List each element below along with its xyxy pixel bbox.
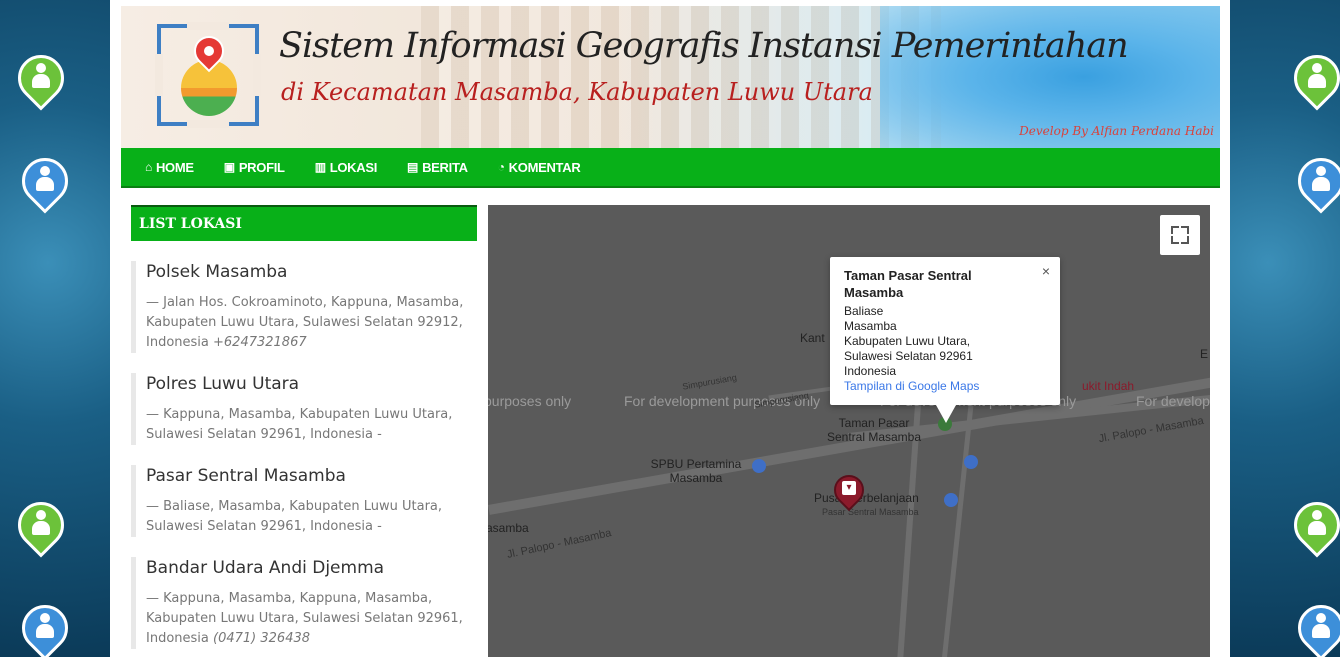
- developer-credit: Develop By Alfian Perdana Habi: [1019, 124, 1214, 138]
- info-window-title: Taman Pasar Sentral Masamba: [844, 268, 972, 300]
- list-item[interactable]: Pasar Sentral Masamba — Baliase, Masamba…: [131, 465, 477, 537]
- nav-komentar[interactable]: ◔ KOMENTAR: [498, 160, 581, 175]
- location-phone: +6247321867: [213, 335, 307, 350]
- header-banner: Sistem Informasi Geografis Instansi Peme…: [121, 6, 1220, 148]
- user-pin-icon: [1284, 492, 1340, 560]
- map-place-label: Taman Pasar Sentral Masamba: [826, 416, 922, 444]
- gas-station-poi-icon[interactable]: [752, 459, 766, 473]
- fullscreen-icon: [1171, 226, 1179, 234]
- briefcase-icon: ▣: [223, 160, 235, 174]
- user-pin-icon: [8, 492, 74, 560]
- info-window-line: Kabupaten Luwu Utara,: [844, 334, 971, 348]
- map-place-label: E: [1200, 347, 1209, 361]
- user-pin-icon: [1284, 45, 1340, 113]
- location-address: — Jalan Hos. Cokroaminoto, Kappuna, Masa…: [146, 295, 464, 350]
- location-list: LIST LOKASI Polsek Masamba — Jalan Hos. …: [131, 205, 477, 657]
- info-window-line: Sulawesi Selatan 92961: [844, 349, 973, 363]
- user-pin-icon: [12, 595, 78, 657]
- page-container: Sistem Informasi Geografis Instansi Peme…: [110, 0, 1230, 657]
- site-title: Sistem Informasi Geografis Instansi Peme…: [279, 26, 1129, 66]
- home-icon: ⌂: [145, 160, 152, 174]
- main-nav: ⌂ HOME ▣ PROFIL ▥ LOKASI ▤ BERITA ◔ KOME…: [121, 148, 1220, 188]
- location-phone: (0471) 326438: [213, 631, 311, 646]
- map-place-label: Pusat Perbelanjaan: [814, 491, 919, 505]
- info-window-line: Indonesia: [844, 364, 897, 378]
- location-address: — Kappuna, Masamba, Kappuna, Masamba, Ka…: [146, 591, 463, 646]
- shopping-poi-icon[interactable]: [944, 493, 958, 507]
- logo: [155, 22, 261, 128]
- nav-berita-label: BERITA: [422, 159, 468, 175]
- nav-profil[interactable]: ▣ PROFIL: [224, 160, 285, 175]
- shopping-cart-icon: ▾: [842, 481, 856, 495]
- nav-lokasi-label: LOKASI: [329, 159, 378, 175]
- user-pin-icon: [1288, 148, 1340, 216]
- map-place-label: asamba: [488, 521, 529, 535]
- user-pin-icon: [8, 45, 74, 113]
- location-name[interactable]: Polres Luwu Utara: [146, 373, 477, 395]
- map-icon: ▥: [314, 160, 326, 174]
- info-window-line: Baliase: [844, 304, 884, 318]
- map-info-window: Taman Pasar Sentral Masamba Baliase Masa…: [830, 257, 1060, 423]
- location-name[interactable]: Bandar Udara Andi Djemma: [146, 557, 477, 579]
- comments-icon: ◔: [497, 160, 505, 174]
- location-name[interactable]: Pasar Sentral Masamba: [146, 465, 477, 487]
- nav-berita[interactable]: ▤ BERITA: [407, 160, 468, 175]
- user-pin-icon: [1288, 595, 1340, 657]
- list-item[interactable]: Polres Luwu Utara — Kappuna, Masamba, Ka…: [131, 373, 477, 445]
- user-pin-icon: [12, 148, 78, 216]
- info-window-line: Masamba: [844, 319, 897, 333]
- location-address: — Kappuna, Masamba, Kabupaten Luwu Utara…: [146, 407, 453, 442]
- map-place-label: SPBU Pertamina Masamba: [650, 457, 742, 485]
- location-address: — Baliase, Masamba, Kabupaten Luwu Utara…: [146, 499, 443, 534]
- shopping-poi-icon[interactable]: [964, 455, 978, 469]
- map-view[interactable]: purposes only For development purposes o…: [488, 205, 1210, 657]
- list-item[interactable]: Bandar Udara Andi Djemma — Kappuna, Masa…: [131, 557, 477, 649]
- location-list-heading: LIST LOKASI: [131, 205, 477, 241]
- map-watermark: purposes only: [488, 393, 572, 409]
- nav-komentar-label: KOMENTAR: [508, 159, 581, 175]
- close-icon[interactable]: ×: [1042, 263, 1050, 279]
- street-label: Simpurusiang: [681, 372, 738, 392]
- nav-home-label: HOME: [155, 159, 194, 175]
- location-marker-icon[interactable]: ▾: [827, 468, 871, 515]
- newspaper-icon: ▤: [407, 160, 419, 174]
- list-item[interactable]: Polsek Masamba — Jalan Hos. Cokroaminoto…: [131, 261, 477, 353]
- site-subtitle: di Kecamatan Masamba, Kabupaten Luwu Uta…: [281, 78, 873, 106]
- street-label: Jl. Palopo - Masamba: [1097, 414, 1205, 446]
- nav-home[interactable]: ⌂ HOME: [145, 160, 194, 175]
- location-name[interactable]: Polsek Masamba: [146, 261, 477, 283]
- nav-profil-label: PROFIL: [238, 159, 285, 175]
- nav-lokasi[interactable]: ▥ LOKASI: [314, 159, 378, 175]
- map-watermark: For develop: [1136, 393, 1210, 409]
- map-place-label: ukit Indah: [1082, 379, 1135, 393]
- google-maps-link[interactable]: Tampilan di Google Maps: [844, 379, 1046, 394]
- fullscreen-button[interactable]: [1160, 215, 1200, 255]
- map-place-label: Kant: [800, 331, 825, 345]
